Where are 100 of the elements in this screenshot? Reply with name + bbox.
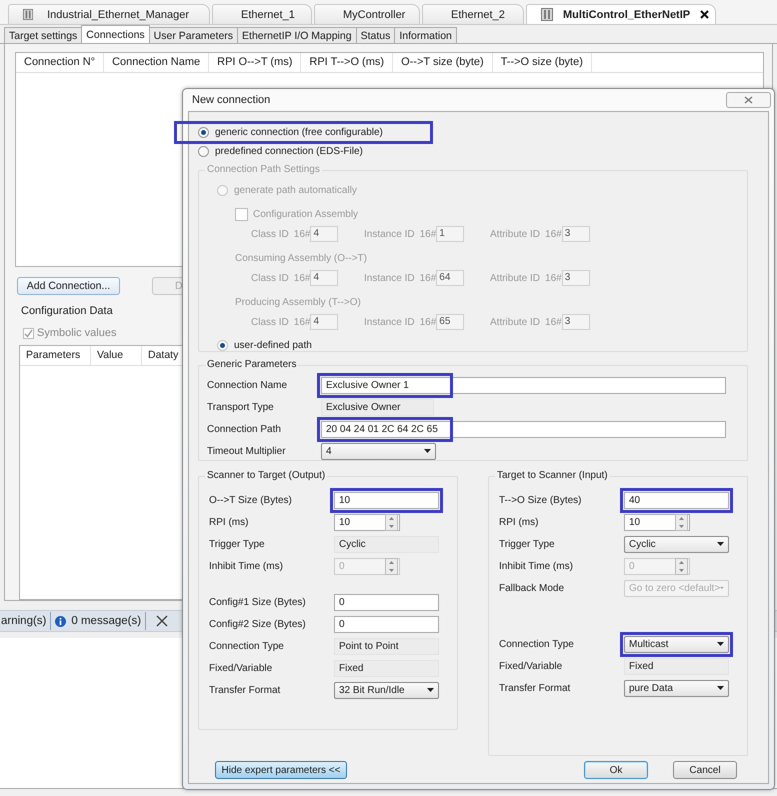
caret-icon <box>717 542 724 546</box>
field-label: O-->T Size (Bytes) <box>209 494 293 506</box>
hex-prefix: 16# <box>294 272 310 284</box>
field-label: T-->O Size (Bytes) <box>499 494 583 506</box>
tab[interactable]: User Parameters <box>148 27 238 43</box>
field-label: Inhibit Time (ms) <box>499 560 574 572</box>
field-label: Instance ID <box>364 272 415 284</box>
dialog-button[interactable]: Cancel <box>673 761 737 779</box>
field-label: Transfer Format <box>499 682 572 694</box>
spin-field[interactable]: 10 <box>624 514 690 530</box>
readonly-field: Cyclic <box>334 536 439 552</box>
dropdown[interactable]: Multicast <box>624 636 729 652</box>
readonly-field: Exclusive Owner <box>321 398 434 416</box>
radio-button[interactable] <box>198 146 209 157</box>
panel-button[interactable]: Add Connection... <box>17 277 120 295</box>
clear-icon[interactable] <box>156 615 168 627</box>
field-label: Config#2 Size (Bytes) <box>209 618 307 630</box>
field-label: Attribute ID <box>490 316 540 328</box>
column-header: Connection N° <box>16 53 104 72</box>
window-title: New connection <box>192 94 270 106</box>
dialog-button[interactable]: Ok <box>584 761 648 779</box>
spinner-icon[interactable] <box>385 514 398 530</box>
text-field[interactable]: 0 <box>334 594 439 610</box>
close-button[interactable] <box>726 92 771 108</box>
field-label: Transfer Format <box>209 684 282 696</box>
editor-tab[interactable]: Industrial_Ethernet_Manager <box>8 4 210 24</box>
checkbox-label: Configuration Assembly <box>253 209 358 220</box>
field-label: Attribute ID <box>490 272 540 284</box>
group-title: Scanner to Target (Output) <box>205 470 328 481</box>
group-title: Generic Parameters <box>205 359 298 370</box>
radio-button[interactable] <box>198 127 209 138</box>
dropdown[interactable]: pure Data <box>624 680 729 696</box>
dialog-button[interactable]: Hide expert parameters << <box>215 761 347 779</box>
field-label: RPI (ms) <box>209 516 250 528</box>
tab[interactable]: Information <box>394 27 457 43</box>
hex-prefix: 16# <box>545 228 562 240</box>
field-label: Timeout Multiplier <box>207 446 287 456</box>
text-field[interactable]: Exclusive Owner 1 <box>321 376 726 394</box>
hex-prefix: 16# <box>420 272 436 284</box>
field-label: Class ID <box>251 272 289 284</box>
field-label: Connection Name <box>207 380 288 390</box>
editor-tab[interactable]: MyController <box>314 4 420 24</box>
spin-field[interactable]: 10 <box>334 514 400 530</box>
column-header: Parameters <box>20 346 91 365</box>
editor-tab[interactable]: Ethernet_1 <box>212 4 312 24</box>
column-header: T-->O size (byte) <box>492 53 592 72</box>
assembly-title: Consuming Assembly (O-->T) <box>235 253 367 264</box>
field-label: Connection Type <box>499 638 575 650</box>
hex-prefix: 16# <box>294 316 310 328</box>
hex-prefix: 16# <box>420 228 436 240</box>
dropdown[interactable]: 4 <box>321 442 436 460</box>
readonly-field: Point to Point <box>334 638 439 654</box>
tab[interactable]: Target settings <box>4 27 82 43</box>
dropdown[interactable]: Cyclic <box>624 536 729 552</box>
field-label: Class ID <box>251 316 289 328</box>
field-label: Transport Type <box>207 402 275 412</box>
field-label: Trigger Type <box>209 538 266 550</box>
field-label: Config#1 Size (Bytes) <box>209 596 307 608</box>
text-field[interactable]: 0 <box>334 616 439 632</box>
column-header: Value <box>91 346 142 365</box>
device-icon <box>541 8 553 21</box>
column-header: RPI O-->T (ms) <box>209 53 302 72</box>
hex-prefix: 16# <box>420 316 436 328</box>
warnings-filter[interactable]: arning(s) <box>0 612 52 630</box>
info-icon <box>55 616 66 626</box>
field-label: Trigger Type <box>499 538 556 550</box>
radio-option[interactable]: predefined connection (EDS-File) <box>198 146 363 157</box>
field-label: Fixed/Variable <box>499 660 564 672</box>
column-header: Connection Name <box>104 53 210 72</box>
dropdown[interactable]: 32 Bit Run/Idle <box>334 682 439 698</box>
radio-option[interactable]: generic connection (free configurable) <box>198 127 383 138</box>
caret-icon <box>717 642 724 646</box>
column-header: O-->T size (byte) <box>393 53 493 72</box>
field-label: Class ID <box>251 228 289 240</box>
field-label: Connection Path <box>207 424 282 434</box>
text-field[interactable]: 40 <box>624 492 729 508</box>
editor-tab[interactable]: MultiControl_EtherNetIP <box>526 4 716 24</box>
readonly-field: Fixed <box>624 658 729 674</box>
tab[interactable]: Connections <box>81 25 150 43</box>
section-title: Configuration Data <box>20 305 113 317</box>
group-title: Connection Path Settings <box>205 164 322 175</box>
field-label: Fixed/Variable <box>209 662 274 674</box>
editor-tab[interactable]: Ethernet_2 <box>422 4 524 24</box>
spinner-icon[interactable] <box>675 514 688 530</box>
text-field[interactable]: 10 <box>334 492 439 508</box>
messages-filter[interactable]: 0 message(s) <box>51 612 146 630</box>
field-label: Fallback Mode <box>499 582 566 594</box>
field-label: Instance ID <box>364 228 415 240</box>
field-label: Inhibit Time (ms) <box>209 560 284 572</box>
checkbox-label: Symbolic values <box>37 327 116 339</box>
caret-icon <box>717 686 724 690</box>
field-label: Instance ID <box>364 316 415 328</box>
tab[interactable]: Status <box>356 27 396 43</box>
tab[interactable]: EthernetIP I/O Mapping <box>237 27 357 43</box>
close-icon[interactable] <box>700 10 710 19</box>
readonly-field: Fixed <box>334 660 439 676</box>
group-title: Target to Scanner (Input) <box>495 470 610 481</box>
caret-icon <box>427 688 434 692</box>
text-field[interactable]: 20 04 24 01 2C 64 2C 65 <box>321 420 726 438</box>
hex-prefix: 16# <box>545 272 562 284</box>
